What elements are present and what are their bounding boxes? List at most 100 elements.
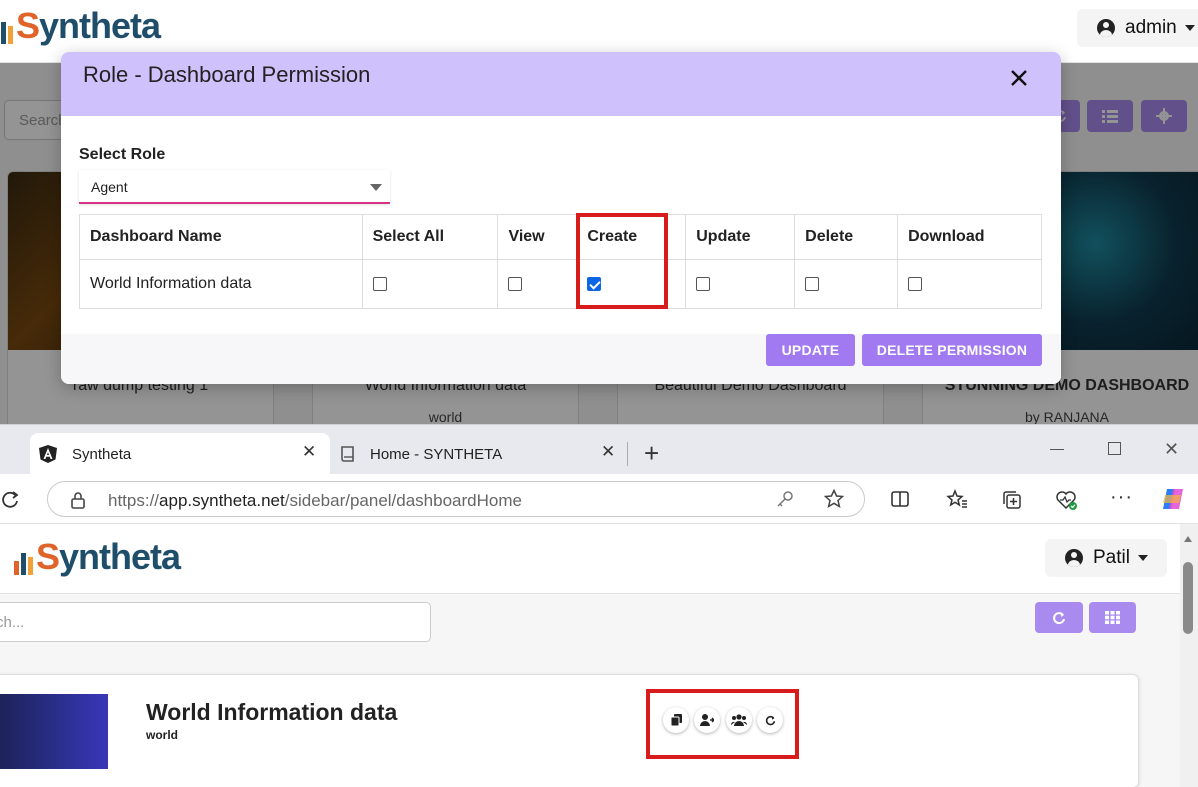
table-row: World Information data <box>79 259 1042 309</box>
column-header: Delete <box>794 214 899 260</box>
tab-home-syntheta[interactable]: Home - SYNTHETA ✕ <box>330 433 630 475</box>
browser-health-icon[interactable] <box>1055 489 1079 511</box>
refresh-icon <box>765 715 775 725</box>
user-avatar-icon <box>1097 19 1115 37</box>
column-header: Dashboard Name <box>79 214 363 260</box>
table-header-row: Dashboard Name Select All View Create Up… <box>79 214 1042 260</box>
book-icon <box>341 446 354 462</box>
update-checkbox[interactable] <box>696 276 711 291</box>
url-domain: app.syntheta.net <box>159 491 285 510</box>
modal-title: Role - Dashboard Permission <box>83 62 371 87</box>
permission-table: Dashboard Name Select All View Create Up… <box>79 214 1042 309</box>
select-all-checkbox[interactable] <box>372 276 387 291</box>
update-cell <box>685 259 796 309</box>
column-header: View <box>497 214 578 260</box>
url-scheme: https:// <box>108 491 160 510</box>
column-header: Select All <box>361 214 499 260</box>
tab-title: Home - SYNTHETA <box>370 445 503 463</box>
close-tab-icon[interactable]: ✕ <box>302 442 316 462</box>
angular-icon <box>39 445 57 463</box>
browser-window: Syntheta ✕ Home - SYNTHETA ✕ + ✕ https:/… <box>0 424 1198 787</box>
dashboard-list-card[interactable]: World Information data world <box>0 674 1139 787</box>
dashboard-title: World Information data <box>146 699 398 725</box>
close-window-icon[interactable]: ✕ <box>1164 439 1179 460</box>
collections-icon[interactable] <box>1001 489 1023 511</box>
delete-checkbox[interactable] <box>805 276 820 291</box>
close-tab-icon[interactable]: ✕ <box>601 442 615 462</box>
role-select[interactable]: Agent <box>79 170 390 204</box>
favorites-icon[interactable] <box>946 489 968 509</box>
favorite-star-icon[interactable] <box>824 489 844 509</box>
select-all-cell <box>361 259 499 309</box>
update-button[interactable]: UPDATE <box>766 334 855 366</box>
view-checkbox[interactable] <box>508 276 523 291</box>
column-header: Update <box>685 214 796 260</box>
assign-user-icon <box>700 714 714 726</box>
syntheta-logo: Syntheta <box>14 536 181 577</box>
more-menu-icon[interactable]: ··· <box>1110 486 1133 509</box>
minimize-icon[interactable] <box>1050 449 1064 450</box>
scroll-up-arrow-icon[interactable] <box>1184 536 1192 542</box>
logo-word: yntheta <box>59 536 181 577</box>
view-cell <box>497 259 578 309</box>
new-tab-icon[interactable]: + <box>644 440 659 466</box>
caret-down-icon <box>1137 555 1148 561</box>
browser-tab-bar: Syntheta ✕ Home - SYNTHETA ✕ + ✕ <box>0 424 1198 475</box>
copy-icon <box>670 714 682 726</box>
tab-title: Syntheta <box>72 445 132 463</box>
delete-cell <box>794 259 899 309</box>
download-cell <box>897 259 1042 309</box>
user-name: admin <box>1125 17 1177 38</box>
syntheta-logo: Syntheta <box>0 5 161 46</box>
browser-toolbar: https://app.syntheta.net/sidebar/panel/d… <box>0 474 1198 524</box>
dashboard-thumbnail <box>0 694 108 769</box>
column-header: Download <box>897 214 1042 260</box>
share-group-button[interactable] <box>726 707 752 733</box>
copilot-icon[interactable] <box>1159 485 1187 513</box>
page-header: Syntheta Patil <box>0 524 1180 594</box>
lock-icon[interactable] <box>70 491 86 509</box>
caret-down-icon <box>1184 25 1195 31</box>
user-menu-button[interactable]: Patil <box>1045 539 1167 577</box>
address-bar[interactable]: https://app.syntheta.net/sidebar/panel/d… <box>47 481 865 517</box>
delete-permission-button[interactable]: DELETE PERMISSION <box>862 334 1042 366</box>
grid-icon <box>1105 611 1120 624</box>
column-header: Create <box>576 214 687 260</box>
select-role-label: Select Role <box>79 146 166 163</box>
modal-header: Role - Dashboard Permission <box>61 52 1061 116</box>
logo-letter: S <box>16 5 40 46</box>
user-menu-button[interactable]: admin <box>1077 9 1198 47</box>
scrollbar-thumb[interactable] <box>1183 562 1193 634</box>
dropdown-arrow-icon <box>370 184 382 191</box>
modal-footer: UPDATE DELETE PERMISSION <box>61 334 1061 384</box>
top-app-screenshot: Syntheta admin Search raw dump testing 1… <box>0 0 1198 424</box>
copy-button[interactable] <box>663 707 689 733</box>
split-screen-icon[interactable] <box>890 489 910 509</box>
web-page: Syntheta Patil rch... World Information … <box>0 524 1198 787</box>
tab-actions-icon[interactable] <box>0 433 5 475</box>
role-select-value: Agent <box>91 179 128 195</box>
user-name: Patil <box>1093 547 1130 568</box>
url-path: /sidebar/panel/dashboardHome <box>284 491 522 510</box>
grid-view-button[interactable] <box>1089 602 1136 633</box>
key-icon[interactable] <box>776 490 794 508</box>
assign-user-button[interactable] <box>694 707 720 733</box>
refresh-button[interactable] <box>1035 602 1083 633</box>
role-permission-modal: Role - Dashboard Permission Select Role … <box>61 52 1061 384</box>
download-checkbox[interactable] <box>908 276 923 291</box>
dashboard-subtitle: world <box>146 728 178 742</box>
create-cell <box>576 259 687 309</box>
maximize-icon[interactable] <box>1108 442 1121 455</box>
refresh-dashboard-button[interactable] <box>757 707 783 733</box>
search-input[interactable]: rch... <box>0 602 431 642</box>
user-avatar-icon <box>1065 549 1083 567</box>
dashboard-name-cell: World Information data <box>79 259 363 309</box>
refresh-icon <box>1053 611 1065 624</box>
url-text: https://app.syntheta.net/sidebar/panel/d… <box>108 491 522 511</box>
close-icon[interactable] <box>1005 64 1033 92</box>
logo-word: yntheta <box>39 5 161 46</box>
logo-bars-icon <box>0 22 13 44</box>
create-checkbox[interactable] <box>587 276 602 291</box>
reload-icon[interactable] <box>0 489 20 509</box>
tab-syntheta[interactable]: Syntheta ✕ <box>30 433 330 475</box>
